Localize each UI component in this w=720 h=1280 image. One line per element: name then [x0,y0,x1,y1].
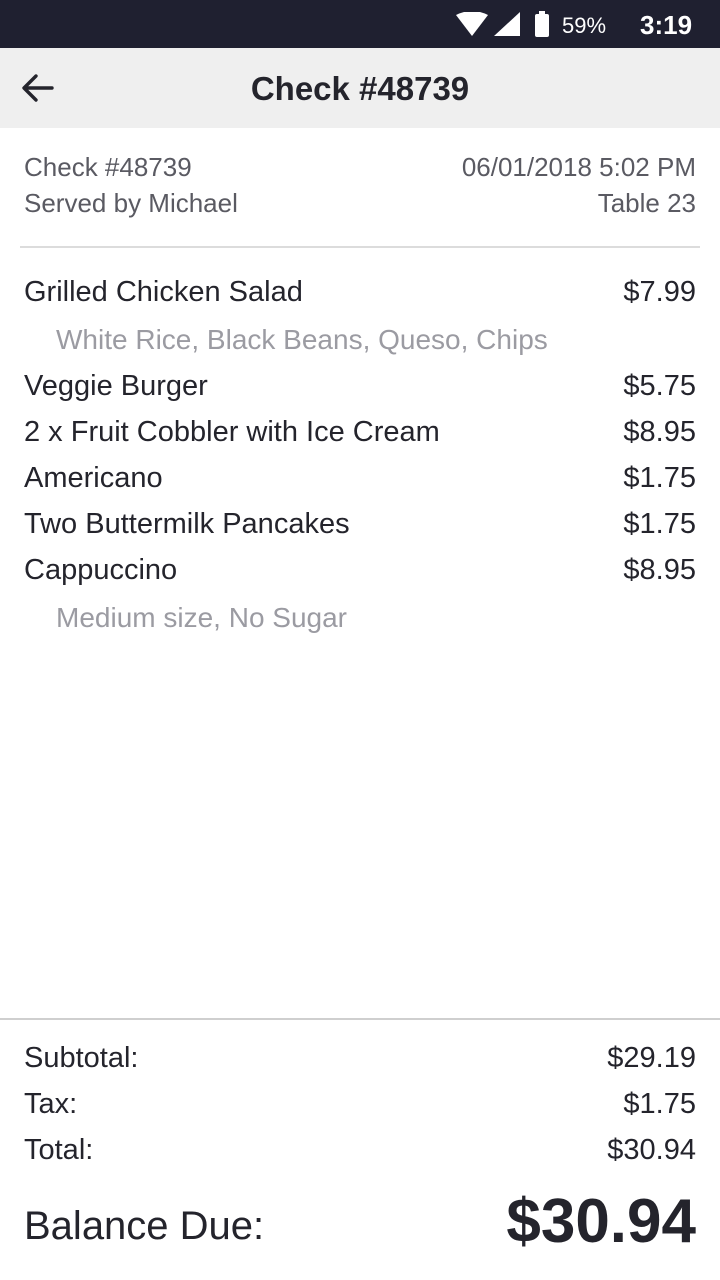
total-value: $30.94 [607,1134,696,1166]
list-item: Americano $1.75 [24,460,696,506]
clock: 3:19 [640,10,693,40]
item-price: $7.99 [623,276,696,308]
item-price: $8.95 [623,554,696,586]
item-price: $1.75 [623,462,696,494]
item-price: $8.95 [623,416,696,448]
divider [20,246,700,248]
list-item: Cappuccino $8.95 Medium size, No Sugar [24,552,696,638]
item-name: Cappuccino [24,554,178,586]
list-item: Grilled Chicken Salad $7.99 White Rice, … [24,274,696,360]
item-modifiers: White Rice, Black Beans, Queso, Chips [56,324,548,355]
wifi-icon [456,11,488,41]
item-name: Veggie Burger [24,370,208,402]
table-number: Table 23 [597,188,696,218]
tax-label: Tax: [24,1088,78,1120]
tax-value: $1.75 [623,1088,696,1120]
item-name: Grilled Chicken Salad [24,276,303,308]
subtotal-label: Subtotal: [24,1042,139,1074]
server-name: Served by Michael [24,188,238,218]
check-info: Check #48739 06/01/2018 5:02 PM Served b… [24,152,696,224]
order-items-list: Grilled Chicken Salad $7.99 White Rice, … [24,274,696,646]
check-datetime: 06/01/2018 5:02 PM [461,152,696,182]
total-label: Total: [24,1134,94,1166]
check-number: Check #48739 [24,152,192,182]
balance-due: Balance Due: $30.94 [24,1186,696,1266]
subtotal-value: $29.19 [607,1042,696,1074]
balance-due-value: $30.94 [506,1187,696,1256]
list-item: Veggie Burger $5.75 [24,368,696,414]
totals-divider [0,1018,720,1020]
item-price: $5.75 [623,370,696,402]
balance-due-label: Balance Due: [24,1204,265,1248]
list-item: 2 x Fruit Cobbler with Ice Cream $8.95 [24,414,696,460]
battery-percentage: 59% [562,13,607,38]
item-modifiers: Medium size, No Sugar [56,602,348,633]
item-name: Two Buttermilk Pancakes [24,508,350,540]
status-bar: 59% 3:19 [0,0,720,48]
battery-icon [534,11,550,42]
totals-section: Subtotal: $29.19 Tax: $1.75 Total: $30.9… [24,1040,696,1178]
page-title: Check #48739 [250,70,470,107]
subtotal-row: Subtotal: $29.19 [24,1040,696,1086]
tax-row: Tax: $1.75 [24,1086,696,1132]
app-bar: Check #48739 [0,48,720,128]
total-row: Total: $30.94 [24,1132,696,1178]
item-price: $1.75 [623,508,696,540]
list-item: Two Buttermilk Pancakes $1.75 [24,506,696,552]
item-name: 2 x Fruit Cobbler with Ice Cream [24,416,440,448]
item-name: Americano [24,462,163,494]
cell-signal-icon [494,12,520,41]
